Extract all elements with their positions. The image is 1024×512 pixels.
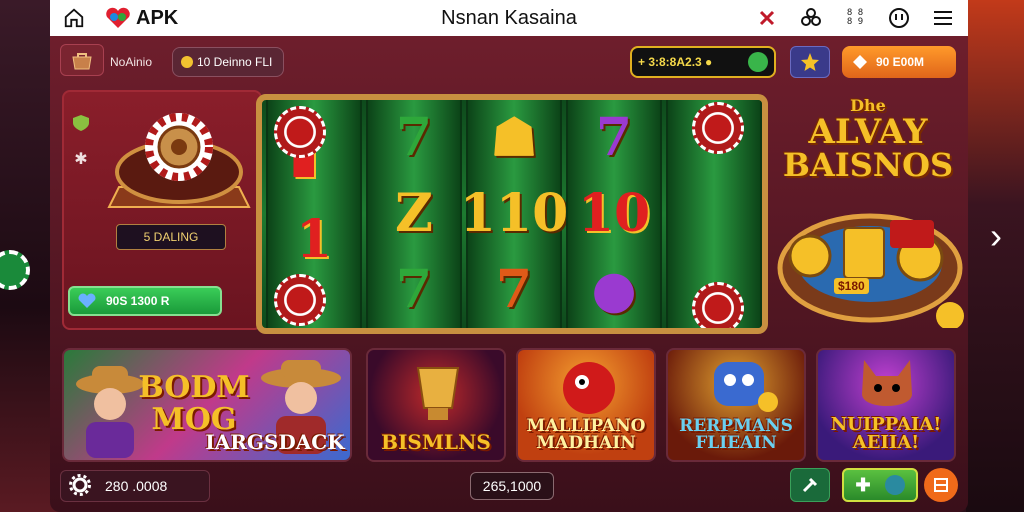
game-tile-4[interactable]: RERPMANS FLIEAIN <box>666 348 806 462</box>
gear-icon[interactable] <box>69 473 91 499</box>
top-bar: APK Nsnan Kasaina 8 8 8 9 <box>50 0 968 36</box>
promo-badge: $180 <box>834 278 869 294</box>
level-pill-label: 10 Deinno FLI <box>197 55 273 69</box>
reel-symbol: 110 <box>459 183 569 244</box>
brand-label: APK <box>136 6 179 29</box>
shield-badge-icon[interactable] <box>70 112 92 134</box>
roulette-wheel-icon <box>107 113 251 208</box>
chevron-right-icon[interactable]: › <box>982 214 1010 258</box>
favorites-button[interactable] <box>790 46 830 78</box>
tile-1-title: BODM MOG <box>138 370 250 437</box>
grid-icon[interactable]: 8 8 8 9 <box>842 5 868 31</box>
game-tile-3[interactable]: MALLIPANO MADHAIN <box>516 348 656 462</box>
level-pill[interactable]: 10 Deinno FLI <box>172 47 284 77</box>
app-logo[interactable]: APK <box>104 7 178 30</box>
clock-icon[interactable] <box>886 5 912 31</box>
spin-controls[interactable]: ✚ <box>842 468 918 502</box>
reel-symbol: 7 <box>595 107 633 168</box>
reel-3: ☗ 110 7 <box>460 100 568 328</box>
shield-icon[interactable] <box>754 5 780 31</box>
reel-2: 7 Z 7 <box>366 100 462 328</box>
casino-chip-icon <box>274 106 326 158</box>
diamond-icon <box>853 55 867 69</box>
coin-icon <box>181 56 193 68</box>
star-outline-icon[interactable]: ✱ <box>70 148 92 170</box>
tile-3-title: MALLIPANO MADHAIN <box>526 416 646 453</box>
reel-symbol: 7 <box>395 107 433 168</box>
settings-bar[interactable]: 280 .0008 <box>60 470 210 502</box>
bet-value: 280 .0008 <box>105 478 168 494</box>
reel-symbol: ● <box>591 259 637 320</box>
red-creature-icon <box>563 362 615 414</box>
home-icon[interactable] <box>62 6 86 30</box>
promo-banner[interactable]: Dhe ALVAY BAISNOS $180 <box>770 88 966 338</box>
spin-icon[interactable] <box>884 475 905 495</box>
heart-logo-icon <box>106 7 130 28</box>
menu-round-button[interactable] <box>924 468 958 502</box>
reel-4: 7 10 ● <box>566 100 662 328</box>
total-win-display: 265,1000 <box>470 472 554 500</box>
tile-5-title: NUIPPAIA! AEIIA! <box>830 414 942 453</box>
robot-icon <box>714 362 778 412</box>
reel-symbol: 7 <box>395 259 433 320</box>
menu-icon[interactable] <box>930 5 956 31</box>
slot-reels[interactable]: ▌ 1 7 Z 7 ☗ 110 7 7 10 ● <box>256 94 768 334</box>
game-tile-1[interactable]: BODM MOG IARGSDACK <box>62 348 352 462</box>
deal-button-label: 90S 1300 R <box>106 294 170 308</box>
reel-symbol: 1 <box>295 208 333 270</box>
promo-line-3: BAISNOS <box>782 146 954 184</box>
promo-line-2: ALVAY <box>808 112 928 152</box>
roulette-table-icon <box>777 213 964 328</box>
fox-icon <box>862 360 912 406</box>
balance-display[interactable]: + 3:8:8A2.3 ● <box>630 46 776 78</box>
panel-label: 5 DALING <box>116 224 226 250</box>
casino-chip-icon <box>274 274 326 326</box>
trophy-icon <box>416 367 460 420</box>
bag-icon <box>72 53 92 70</box>
background-chip <box>0 250 30 290</box>
star-icon <box>801 53 819 71</box>
reel-symbol: Z <box>395 183 433 244</box>
heart-icon <box>78 293 96 308</box>
list-icon <box>934 478 948 492</box>
casino-chip-icon <box>692 282 744 328</box>
game-tile-5[interactable]: NUIPPAIA! AEIIA! <box>816 348 956 462</box>
add-coins-icon[interactable] <box>748 52 768 72</box>
casino-chip-icon <box>692 102 744 154</box>
hammer-button[interactable] <box>790 468 830 502</box>
tile-1-subtitle: IARGSDACK <box>205 430 345 454</box>
bonus-button[interactable]: 90 E00M <box>842 46 956 78</box>
reel-symbol: 10 <box>577 183 651 244</box>
reel-symbol: 7 <box>495 259 533 320</box>
reel-symbol: ☗ <box>490 107 538 168</box>
deal-button[interactable]: 90S 1300 R <box>68 286 222 316</box>
balance-value: + 3:8:8A2.3 ● <box>638 55 713 69</box>
bonus-button-label: 90 E00M <box>876 55 925 69</box>
left-panel: ✱ ⌄ 5 DALING 90S 1300 R <box>62 90 262 330</box>
bag-button[interactable] <box>60 44 104 76</box>
plus-icon[interactable]: ✚ <box>855 475 870 496</box>
hammer-icon <box>802 477 818 493</box>
player-label: NoAinio <box>110 55 153 69</box>
tile-2-title: BISMLNS <box>381 430 491 454</box>
flower-icon[interactable] <box>798 5 824 31</box>
game-tile-2[interactable]: BISMLNS <box>366 348 506 462</box>
tile-4-title: RERPMANS FLIEAIN <box>679 416 793 453</box>
